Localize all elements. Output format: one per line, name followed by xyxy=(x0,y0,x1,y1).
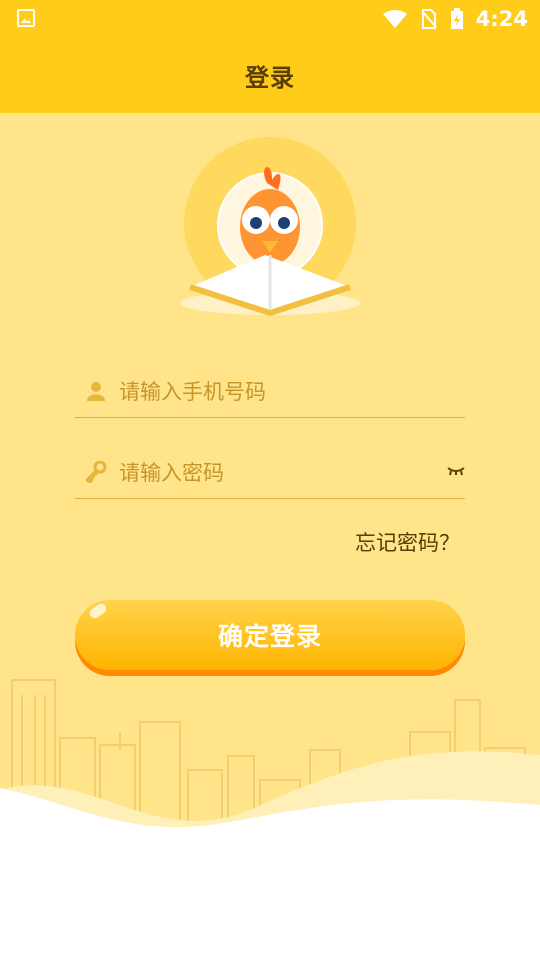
clock: 4:24 xyxy=(475,7,528,31)
login-button[interactable]: 确定登录 xyxy=(75,600,465,670)
no-sim-icon xyxy=(421,9,437,29)
password-input[interactable] xyxy=(117,452,441,494)
battery-charging-icon xyxy=(450,8,463,29)
eye-closed-icon[interactable] xyxy=(447,466,465,476)
password-field xyxy=(75,446,465,499)
phone-field xyxy=(75,365,465,418)
status-bar: 4:24 xyxy=(0,0,540,38)
wifi-icon xyxy=(382,10,407,28)
button-shine xyxy=(87,601,109,621)
phone-input[interactable] xyxy=(117,371,441,413)
page-title: 登录 xyxy=(245,64,295,92)
forgot-password-link[interactable]: 忘记密码？ xyxy=(355,527,460,557)
mascot-logo xyxy=(180,137,360,317)
login-button-label: 确定登录 xyxy=(217,622,322,651)
key-icon xyxy=(85,461,107,483)
user-icon xyxy=(87,382,105,401)
app-bar: 登录 xyxy=(0,38,540,113)
image-icon xyxy=(17,9,35,27)
wave-decoration xyxy=(0,751,540,960)
